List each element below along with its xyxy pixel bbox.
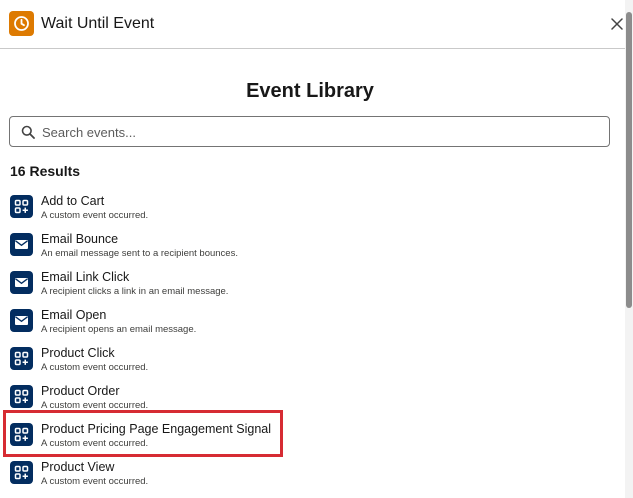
event-name: Email Open — [41, 308, 107, 322]
event-description: A custom event occurred. — [41, 362, 149, 373]
list-item-product-view[interactable]: Product View A custom event occurred. — [0, 456, 620, 494]
event-name: Product View — [41, 460, 115, 474]
event-name: Product Pricing Page Engagement Signal — [41, 422, 272, 436]
close-button[interactable] — [609, 16, 625, 32]
event-description: A recipient opens an email message. — [41, 324, 197, 335]
list-item-product-click[interactable]: Product Click A custom event occurred. — [0, 342, 620, 380]
event-name: Product Order — [41, 384, 120, 398]
event-name: Add to Cart — [41, 194, 105, 208]
event-description: A recipient clicks a link in an email me… — [41, 286, 229, 297]
event-library-title: Event Library — [246, 80, 374, 102]
event-description: A custom event occurred. — [41, 210, 149, 221]
event-name: Email Bounce — [41, 232, 119, 246]
results-count: 16 Results — [10, 163, 81, 179]
event-description: A custom event occurred. — [41, 400, 149, 411]
close-icon — [611, 18, 623, 30]
custom-event-icon — [10, 195, 33, 218]
list-item-email-link-click[interactable]: Email Link Click A recipient clicks a li… — [0, 266, 620, 304]
custom-event-icon — [10, 347, 33, 370]
event-description: A custom event occurred. — [41, 476, 149, 487]
modal-title: Wait Until Event — [41, 15, 155, 32]
event-name: Product Click — [41, 346, 115, 360]
list-item-email-open[interactable]: Email Open A recipient opens an email me… — [0, 304, 620, 342]
email-icon — [10, 309, 33, 332]
event-description: A custom event occurred. — [41, 438, 149, 449]
search-input[interactable] — [42, 122, 602, 142]
custom-event-icon — [10, 385, 33, 408]
custom-event-icon — [10, 461, 33, 484]
event-name: Email Link Click — [41, 270, 130, 284]
search-icon — [21, 125, 35, 139]
email-icon — [10, 271, 33, 294]
modal-header: Wait Until Event — [0, 0, 633, 49]
list-item-email-bounce[interactable]: Email Bounce An email message sent to a … — [0, 228, 620, 266]
search-box[interactable] — [9, 116, 610, 147]
list-item-add-to-cart[interactable]: Add to Cart A custom event occurred. — [0, 190, 620, 228]
clock-icon — [9, 11, 34, 36]
scrollbar-thumb[interactable] — [626, 12, 632, 308]
list-item-product-order[interactable]: Product Order A custom event occurred. — [0, 380, 620, 418]
event-description: An email message sent to a recipient bou… — [41, 248, 238, 259]
list-item-product-pricing-page-engagement-signal[interactable]: Product Pricing Page Engagement Signal A… — [0, 418, 620, 456]
custom-event-icon — [10, 423, 33, 446]
email-icon — [10, 233, 33, 256]
